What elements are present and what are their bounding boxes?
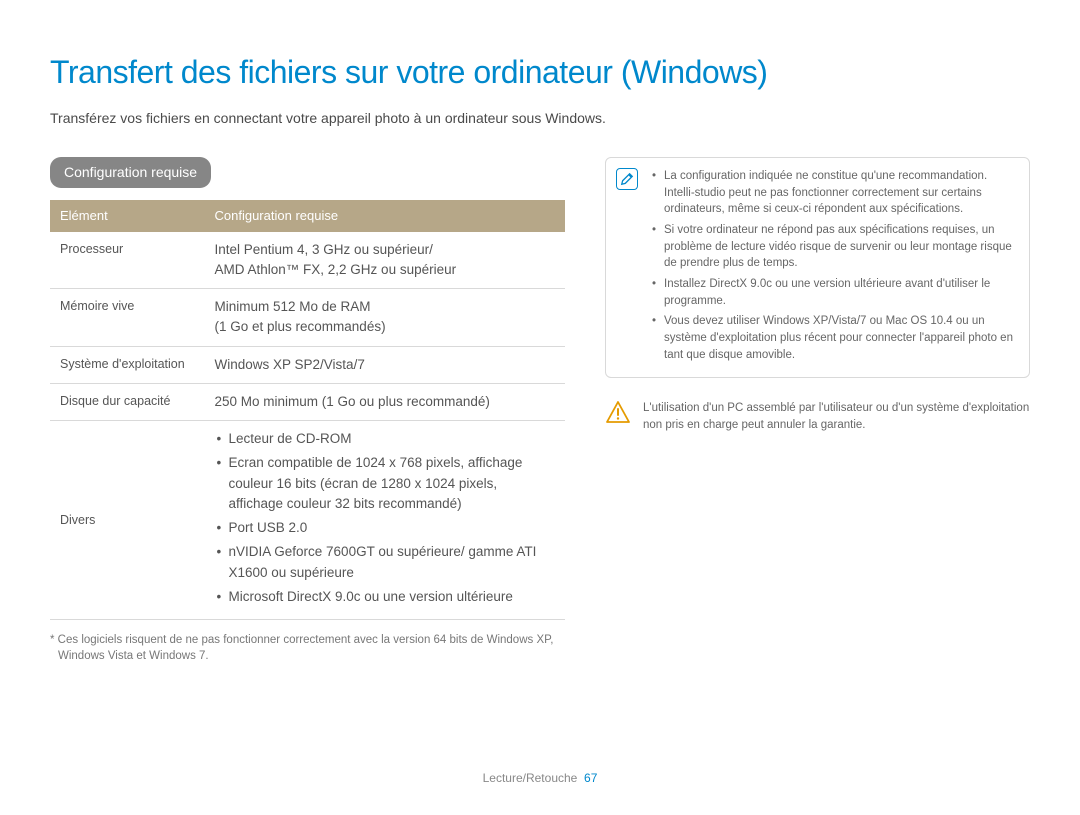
cell-label: Mémoire vive	[50, 289, 205, 347]
note-item: Installez DirectX 9.0c ou une version ul…	[652, 276, 1015, 309]
table-row: Mémoire vive Minimum 512 Mo de RAM (1 Go…	[50, 289, 565, 347]
cell-value: 250 Mo minimum (1 Go ou plus recommandé)	[205, 383, 566, 420]
table-row: Divers Lecteur de CD-ROM Ecran compatibl…	[50, 421, 565, 620]
spec-table: Elément Configuration requise Processeur…	[50, 200, 565, 620]
note-item: Si votre ordinateur ne répond pas aux sp…	[652, 222, 1015, 272]
table-row: Système d'exploitation Windows XP SP2/Vi…	[50, 346, 565, 383]
page-title: Transfert des fichiers sur votre ordinat…	[50, 48, 1030, 96]
cell-value: Windows XP SP2/Vista/7	[205, 346, 566, 383]
section-header-pill: Configuration requise	[50, 157, 211, 188]
footnote: * Ces logiciels risquent de ne pas fonct…	[50, 632, 565, 664]
list-item: Ecran compatible de 1024 x 768 pixels, a…	[215, 453, 556, 514]
note-item: Vous devez utiliser Windows XP/Vista/7 o…	[652, 313, 1015, 363]
cell-label: Processeur	[50, 232, 205, 289]
list-item: Port USB 2.0	[215, 518, 556, 538]
cell-value: Lecteur de CD-ROM Ecran compatible de 10…	[205, 421, 566, 620]
note-box: La configuration indiquée ne constitue q…	[605, 157, 1030, 378]
footer-page-number: 67	[584, 771, 597, 785]
warning-row: L'utilisation d'un PC assemblé par l'uti…	[605, 400, 1030, 433]
warning-text: L'utilisation d'un PC assemblé par l'uti…	[643, 400, 1030, 433]
footer-section: Lecture/Retouche	[483, 771, 578, 785]
cell-label: Système d'exploitation	[50, 346, 205, 383]
left-column: Configuration requise Elément Configurat…	[50, 157, 565, 664]
cell-label: Disque dur capacité	[50, 383, 205, 420]
page-footer: Lecture/Retouche 67	[0, 769, 1080, 787]
right-column: La configuration indiquée ne constitue q…	[605, 157, 1030, 664]
cell-value: Intel Pentium 4, 3 GHz ou supérieur/ AMD…	[205, 232, 566, 289]
table-row: Disque dur capacité 250 Mo minimum (1 Go…	[50, 383, 565, 420]
list-item: Microsoft DirectX 9.0c ou une version ul…	[215, 587, 556, 607]
table-header-element: Elément	[50, 200, 205, 232]
cell-value: Minimum 512 Mo de RAM (1 Go et plus reco…	[205, 289, 566, 347]
list-item: Lecteur de CD-ROM	[215, 429, 556, 449]
warning-icon	[605, 400, 631, 424]
note-item: La configuration indiquée ne constitue q…	[652, 168, 1015, 218]
note-icon	[616, 168, 638, 190]
table-row: Processeur Intel Pentium 4, 3 GHz ou sup…	[50, 232, 565, 289]
list-item: nVIDIA Geforce 7600GT ou supérieure/ gam…	[215, 542, 556, 583]
page-subtitle: Transférez vos fichiers en connectant vo…	[50, 108, 1030, 129]
two-column-layout: Configuration requise Elément Configurat…	[50, 157, 1030, 664]
table-header-config: Configuration requise	[205, 200, 566, 232]
cell-label: Divers	[50, 421, 205, 620]
